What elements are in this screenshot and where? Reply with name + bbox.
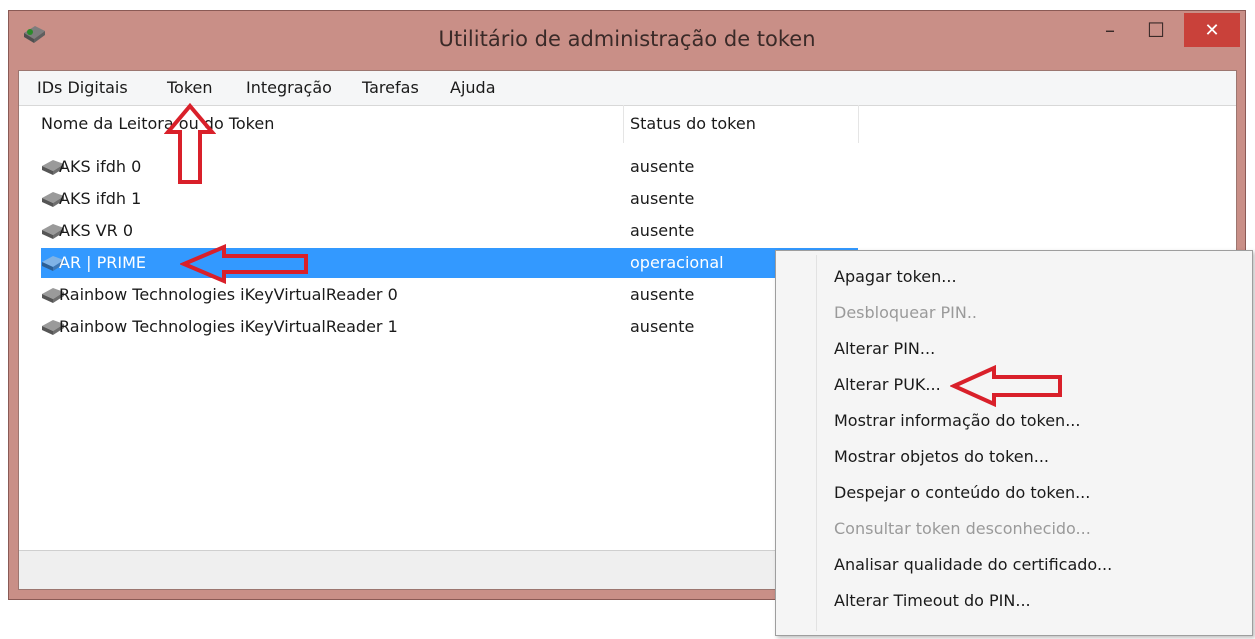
close-button[interactable]: ✕ [1184, 13, 1240, 47]
column-header-name[interactable]: Nome da Leitora ou do Token [41, 114, 274, 133]
column-divider[interactable] [623, 105, 624, 143]
row-status: ausente [630, 285, 695, 304]
menu-integracao[interactable]: Integração [246, 78, 332, 97]
menu-bar: IDs Digitais Token Integração Tarefas Aj… [19, 71, 1236, 106]
menu-item-alterar-puk[interactable]: Alterar PUK... [834, 375, 941, 394]
row-name: AKS ifdh 1 [59, 189, 142, 208]
menu-item-analisar-qualidade[interactable]: Analisar qualidade do certificado... [834, 555, 1112, 574]
menu-ajuda[interactable]: Ajuda [450, 78, 496, 97]
window-title: Utilitário de administração de token [438, 27, 816, 51]
row-status: ausente [630, 221, 695, 240]
column-header-status[interactable]: Status do token [630, 114, 756, 133]
maximize-button[interactable]: ☐ [1133, 13, 1179, 47]
menu-item-mostrar-informacao[interactable]: Mostrar informação do token... [834, 411, 1080, 430]
menu-item-consultar-token: Consultar token desconhecido... [834, 519, 1091, 538]
row-status: ausente [630, 157, 695, 176]
row-status: ausente [630, 317, 695, 336]
row-name: Rainbow Technologies iKeyVirtualReader 1 [59, 317, 398, 336]
selection-highlight [41, 248, 858, 278]
annotation-up-arrow [164, 102, 216, 184]
menu-token[interactable]: Token [167, 78, 213, 97]
menu-item-desbloquear-pin: Desbloquear PIN.. [834, 303, 978, 322]
row-name: AKS VR 0 [59, 221, 134, 240]
title-bar[interactable]: Utilitário de administração de token – ☐… [9, 11, 1245, 67]
context-menu: Apagar token... Desbloquear PIN.. Altera… [775, 250, 1253, 636]
row-name: Rainbow Technologies iKeyVirtualReader 0 [59, 285, 398, 304]
menu-item-apagar-token[interactable]: Apagar token... [834, 267, 957, 286]
annotation-left-arrow-puk [950, 364, 1062, 408]
menu-icon-gutter [816, 255, 817, 631]
column-divider[interactable] [858, 105, 859, 143]
menu-item-alterar-pin[interactable]: Alterar PIN... [834, 339, 935, 358]
row-name: AKS ifdh 0 [59, 157, 142, 176]
table-row[interactable]: AKS VR 0 ausente [19, 215, 1238, 247]
table-row[interactable]: AKS ifdh 1 ausente [19, 183, 1238, 215]
menu-item-mostrar-objetos[interactable]: Mostrar objetos do token... [834, 447, 1049, 466]
menu-tarefas[interactable]: Tarefas [362, 78, 419, 97]
menu-item-alterar-timeout[interactable]: Alterar Timeout do PIN... [834, 591, 1031, 610]
minimize-button[interactable]: – [1087, 13, 1133, 47]
row-status: operacional [630, 253, 724, 272]
row-status: ausente [630, 189, 695, 208]
row-name: AR | PRIME [59, 253, 147, 272]
menu-item-despejar-conteudo[interactable]: Despejar o conteúdo do token... [834, 483, 1090, 502]
annotation-left-arrow [180, 244, 308, 284]
menu-ids-digitais[interactable]: IDs Digitais [37, 78, 128, 97]
